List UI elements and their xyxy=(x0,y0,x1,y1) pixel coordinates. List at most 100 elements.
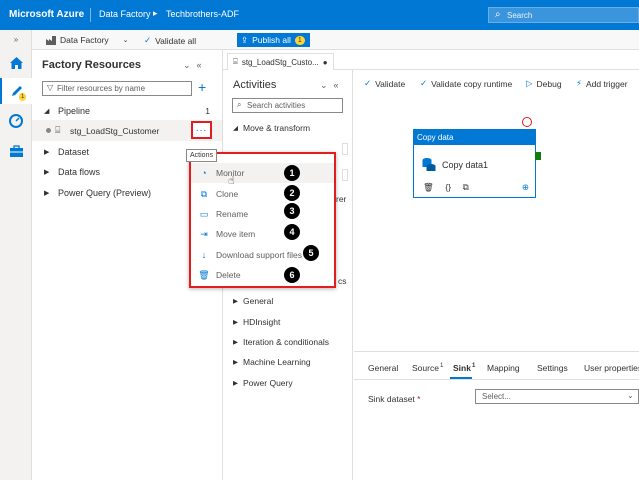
success-connector-handle[interactable] xyxy=(535,152,541,160)
debug-button[interactable]: ▷ Debug xyxy=(526,78,562,89)
breadcrumb-data-factory[interactable]: Data Factory xyxy=(99,9,151,19)
validate-copy-runtime-button[interactable]: ✓ Validate copy runtime xyxy=(420,78,512,89)
tab-settings[interactable]: Settings xyxy=(537,363,568,373)
menu-item-move[interactable]: ⇥ Move item xyxy=(191,224,334,244)
category-label: Power Query xyxy=(243,378,293,388)
properties-divider[interactable] xyxy=(354,351,639,352)
category-iteration[interactable]: ▶ Iteration & conditionals xyxy=(233,337,329,347)
search-activities-input[interactable] xyxy=(247,100,339,111)
breadcrumb-factory-name[interactable]: Techbrothers-ADF xyxy=(166,9,239,19)
tree-pipeline[interactable]: ◢ Pipeline 1 xyxy=(32,101,222,121)
data-factory-label: Data Factory xyxy=(60,35,109,45)
trigger-icon: ⚡ xyxy=(576,78,582,88)
menu-item-rename[interactable]: ▭ Rename xyxy=(191,204,334,224)
editor-tab-bar: ⌸ stg_LoadStg_Custo... ● xyxy=(223,50,639,70)
upload-icon: ⇪ xyxy=(241,34,249,45)
tab-user-properties[interactable]: User properties xyxy=(584,363,639,373)
pipeline-count: 1 xyxy=(205,106,210,116)
collapsed-triangle-icon: ▶ xyxy=(44,169,50,176)
clone-icon: ⧉ xyxy=(200,188,208,199)
tab-mapping[interactable]: Mapping xyxy=(487,363,520,373)
search-activities[interactable]: ⌕ xyxy=(232,98,343,113)
category-machine-learning[interactable]: ▶ Machine Learning xyxy=(233,357,311,367)
canvas-toolbar: ✓ Validate ✓ Validate copy runtime ▷ Debug … xyxy=(354,70,639,95)
data-factory-dropdown[interactable]: Data Factory ⌄ xyxy=(46,35,129,45)
add-resource-plus-icon[interactable]: + xyxy=(198,79,206,95)
global-search-input[interactable] xyxy=(507,9,627,21)
tab-pipeline-label: stg_LoadStg_Custo... xyxy=(241,57,319,67)
tab-sink[interactable]: Sink1 xyxy=(453,363,475,373)
unsaved-dot-icon[interactable]: ● xyxy=(323,58,328,67)
tab-general[interactable]: General xyxy=(368,363,398,373)
category-power-query[interactable]: ▶ Power Query xyxy=(233,378,293,388)
filter-resources[interactable]: ▽ xyxy=(42,81,192,96)
manage-toolbox-icon[interactable] xyxy=(0,138,32,164)
validate-copy-label: Validate copy runtime xyxy=(431,78,513,89)
copy-icon[interactable]: ⧉ xyxy=(463,182,469,193)
collapse-pane-icon[interactable]: « xyxy=(334,80,345,90)
move-icon: ⇥ xyxy=(200,228,208,239)
activities-title: Activities xyxy=(233,79,277,91)
partial-activity-text: cs xyxy=(338,276,347,286)
global-search[interactable]: ⌕ xyxy=(488,7,639,23)
expand-rail-icon[interactable]: » xyxy=(0,32,32,46)
play-icon: ▷ xyxy=(526,78,533,88)
menu-item-delete[interactable]: 🗑 Delete xyxy=(191,265,334,285)
category-hdinsight[interactable]: ▶ HDInsight xyxy=(233,317,280,327)
tab-source[interactable]: Source1 xyxy=(412,363,443,373)
collapsed-triangle-icon: ▶ xyxy=(233,319,238,326)
step-marker-6: 6 xyxy=(284,267,300,283)
tabs-divider xyxy=(354,379,639,380)
validate-all-label: Validate all xyxy=(155,35,197,46)
validate-button[interactable]: ✓ Validate xyxy=(364,78,405,89)
menu-item-label: Move item xyxy=(216,229,256,239)
pipeline-actions-button[interactable]: ... xyxy=(191,121,212,139)
delete-icon[interactable]: 🗑 xyxy=(423,182,434,193)
checkmark-icon: ✓ xyxy=(144,35,152,45)
author-pencil-icon[interactable]: 1 xyxy=(0,78,32,104)
error-indicator-icon[interactable] xyxy=(522,117,532,127)
step-marker-1: 1 xyxy=(284,165,300,181)
add-trigger-button[interactable]: ⚡ Add trigger xyxy=(576,78,628,89)
filter-resources-input[interactable] xyxy=(57,83,187,94)
collapsed-triangle-icon: ▶ xyxy=(44,190,50,197)
collapsed-triangle-icon: ▶ xyxy=(233,359,238,366)
menu-item-monitor[interactable]: ◔ Monitor xyxy=(191,163,334,183)
pane-collapse-icons[interactable]: ⌄« xyxy=(183,60,208,71)
collapse-all-icon[interactable]: ⌄ xyxy=(320,80,334,90)
copy-data-activity[interactable]: Copy data Copy data1 🗑 {} ⧉ ⊕ xyxy=(413,129,536,198)
collapsed-triangle-icon: ▶ xyxy=(44,149,50,156)
category-general[interactable]: ▶ General xyxy=(233,296,273,306)
collapse-all-icon[interactable]: ⌄ xyxy=(183,60,197,70)
expanded-triangle-icon: ◢ xyxy=(44,108,50,115)
menu-item-label: Clone xyxy=(216,189,239,199)
factory-resources-title: Factory Resources xyxy=(42,59,142,71)
monitor-icon: ◔ xyxy=(201,168,207,178)
code-icon[interactable]: {} xyxy=(445,182,451,193)
delete-icon: 🗑 xyxy=(198,269,210,280)
search-icon: ⌕ xyxy=(237,100,242,109)
sink-dataset-select[interactable]: Select... ⌄ xyxy=(475,389,639,404)
publish-all-button[interactable]: ⇪ Publish all 1 xyxy=(237,33,310,47)
drag-handle[interactable] xyxy=(342,143,348,155)
brand-label[interactable]: Microsoft Azure xyxy=(9,9,84,20)
sink-select-value: Select... xyxy=(482,392,511,401)
home-icon[interactable] xyxy=(0,50,32,76)
add-output-icon[interactable]: ⊕ xyxy=(522,182,529,193)
menu-item-label: Delete xyxy=(216,270,241,280)
tab-pipeline[interactable]: ⌸ stg_LoadStg_Custo... ● xyxy=(227,53,334,70)
pipeline-item-label: stg_LoadStg_Customer xyxy=(70,126,160,136)
more-dots-icon: ... xyxy=(195,122,208,134)
activities-collapse-icons[interactable]: ⌄« xyxy=(320,80,345,91)
search-icon: ⌕ xyxy=(495,9,501,20)
validate-all-button[interactable]: ✓ Validate all xyxy=(144,35,196,46)
monitor-gauge-icon[interactable] xyxy=(0,108,32,134)
menu-item-clone[interactable]: ⧉ Clone xyxy=(191,184,334,204)
category-move-transform[interactable]: ◢ Move & transform xyxy=(233,123,310,133)
activity-actions: 🗑 {} ⧉ ⊕ xyxy=(423,182,529,193)
copy-data-body: Copy data1 xyxy=(422,157,488,172)
tab-label: Settings xyxy=(537,363,568,373)
collapse-pane-icon[interactable]: « xyxy=(197,60,208,70)
drag-handle[interactable] xyxy=(342,169,348,181)
